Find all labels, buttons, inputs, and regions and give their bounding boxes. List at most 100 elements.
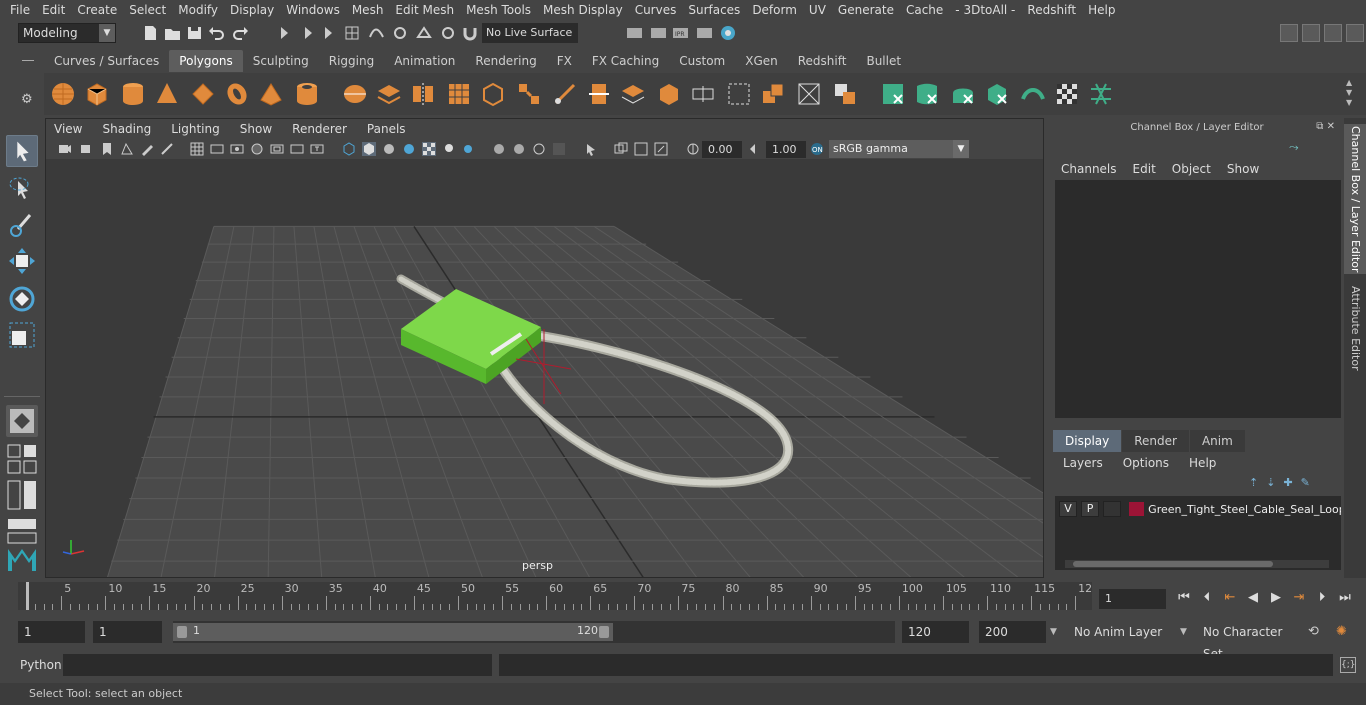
rotate-tool-icon[interactable] <box>6 283 38 315</box>
layout-list-icon[interactable] <box>1302 24 1320 42</box>
poly-cube-icon[interactable] <box>84 81 110 107</box>
menu-uv[interactable]: UV <box>803 0 832 20</box>
time-slider[interactable]: 5 10 15 20 25 30 35 40 45 50 55 60 65 70 75 80 85 90 95 100… <box>18 582 1092 610</box>
film-gate-icon[interactable] <box>210 142 224 156</box>
uv-planar-icon[interactable] <box>880 81 906 107</box>
layer-visibility-toggle[interactable]: V <box>1059 501 1078 517</box>
anti-aliasing-icon[interactable] <box>532 142 546 156</box>
tab-bullet[interactable]: Bullet <box>856 50 911 72</box>
snap-grid-icon[interactable] <box>344 25 361 41</box>
channel-menu-show[interactable]: Show <box>1219 160 1267 178</box>
poly-torus-icon[interactable] <box>224 81 250 107</box>
menu-windows[interactable]: Windows <box>280 0 346 20</box>
range-slider-bar[interactable]: 1 120 <box>173 623 613 641</box>
channel-box-options-icon[interactable]: ⤳ <box>1289 140 1299 155</box>
color-management-icon[interactable]: ON <box>810 142 824 156</box>
layer-menu-layers[interactable]: Layers <box>1053 453 1113 473</box>
layer-list-scrollbar[interactable] <box>1065 560 1329 568</box>
use-all-lights-icon[interactable] <box>442 142 456 156</box>
layer-row[interactable]: V P Green_Tight_Steel_Cable_Seal_Loop0 <box>1059 500 1341 518</box>
viewport-scene[interactable] <box>46 159 1043 577</box>
select-by-object-icon[interactable] <box>300 25 317 41</box>
gear-icon[interactable]: ⚙ <box>21 92 33 107</box>
tab-animation[interactable]: Animation <box>384 50 465 72</box>
grease-pencil-icon[interactable] <box>140 142 154 156</box>
uv-cylindrical-icon[interactable] <box>914 81 940 107</box>
bridge-icon[interactable] <box>620 81 646 107</box>
poly-sphere-icon[interactable] <box>50 81 76 107</box>
booleans-icon[interactable] <box>832 81 858 107</box>
range-end-handle[interactable] <box>599 626 609 638</box>
tab-rendering[interactable]: Rendering <box>465 50 546 72</box>
play-backwards-icon[interactable]: ◀ <box>1244 589 1262 607</box>
animation-end-field[interactable]: 200 <box>979 621 1046 643</box>
viewport-menu-show[interactable]: Show <box>230 119 282 139</box>
camera-attributes-icon[interactable] <box>80 142 94 156</box>
xray-icon[interactable] <box>614 142 628 156</box>
layer-menu-help[interactable]: Help <box>1179 453 1226 473</box>
tab-display[interactable]: Display <box>1053 430 1122 452</box>
step-forward-icon[interactable]: ⏵ <box>1313 589 1331 607</box>
menu-cache[interactable]: Cache <box>900 0 949 20</box>
new-layer-selected-icon[interactable]: ✎ <box>1301 476 1310 489</box>
layout-outliner-icon[interactable] <box>6 513 38 545</box>
viewport-menu-renderer[interactable]: Renderer <box>282 119 357 139</box>
fill-hole-icon[interactable] <box>796 81 822 107</box>
poly-pyramid-icon[interactable] <box>258 81 284 107</box>
menu-mesh[interactable]: Mesh <box>346 0 390 20</box>
open-scene-icon[interactable] <box>164 25 181 41</box>
move-layer-up-icon[interactable]: ⇡ <box>1249 476 1258 489</box>
scale-tool-icon[interactable] <box>6 319 38 351</box>
snap-point-icon[interactable] <box>392 25 409 41</box>
auto-key-icon[interactable]: ⟲ <box>1308 624 1319 639</box>
menu-redshift[interactable]: Redshift <box>1021 0 1082 20</box>
playback-end-field[interactable]: 120 <box>902 621 969 643</box>
xray-joints-icon[interactable] <box>634 142 648 156</box>
go-to-end-icon[interactable]: ⏭ <box>1336 589 1354 607</box>
safe-action-icon[interactable] <box>290 142 304 156</box>
move-tool-icon[interactable] <box>6 245 38 277</box>
layout-single-icon[interactable] <box>6 405 38 437</box>
snap-view-plane-icon[interactable] <box>416 25 433 41</box>
grid-toggle-icon[interactable] <box>190 142 204 156</box>
viewport-menu-view[interactable]: View <box>46 119 92 139</box>
panel-float-close-icons[interactable]: ⧉ ✕ <box>1316 121 1335 132</box>
poly-plane-icon[interactable] <box>190 81 216 107</box>
2d-pan-zoom-icon[interactable] <box>160 142 174 156</box>
render-view-icon[interactable] <box>696 25 713 41</box>
bevel-icon[interactable] <box>516 81 542 107</box>
snap-live-icon[interactable] <box>440 25 457 41</box>
combine-icon[interactable] <box>342 81 368 107</box>
tab-fx[interactable]: FX <box>547 50 582 72</box>
go-to-start-icon[interactable]: ⏮ <box>1175 589 1193 607</box>
tab-attribute-editor[interactable]: Attribute Editor <box>1344 282 1366 374</box>
move-layer-down-icon[interactable]: ⇣ <box>1266 476 1275 489</box>
select-by-hierarchy-icon[interactable] <box>276 25 293 41</box>
select-by-component-icon[interactable] <box>320 25 337 41</box>
channel-menu-edit[interactable]: Edit <box>1125 160 1164 178</box>
layer-display-type-toggle[interactable] <box>1103 501 1122 517</box>
menu-edit[interactable]: Edit <box>36 0 71 20</box>
extract-icon[interactable] <box>760 81 786 107</box>
menu-file[interactable]: File <box>0 0 36 20</box>
insert-edge-loop-icon[interactable] <box>586 81 612 107</box>
layer-menu-options[interactable]: Options <box>1113 453 1179 473</box>
shelf-menu-icon[interactable] <box>22 60 34 61</box>
lasso-tool-icon[interactable] <box>6 173 38 205</box>
range-slider[interactable]: 1 120 <box>173 621 895 643</box>
paint-select-tool-icon[interactable] <box>6 209 38 241</box>
playback-start-field[interactable]: 1 <box>93 621 162 643</box>
new-layer-icon[interactable]: ✚ <box>1283 476 1292 489</box>
layout-four-icon[interactable] <box>6 443 38 475</box>
xray-components-icon[interactable] <box>654 142 668 156</box>
target-weld-icon[interactable] <box>690 81 716 107</box>
current-time-marker[interactable] <box>26 582 29 610</box>
undo-icon[interactable] <box>208 25 225 41</box>
tab-anim[interactable]: Anim <box>1189 430 1245 452</box>
layout-grid-icon[interactable] <box>1346 24 1364 42</box>
tab-polygons[interactable]: Polygons <box>169 50 243 72</box>
safe-title-icon[interactable] <box>310 142 324 156</box>
menu-edit-mesh[interactable]: Edit Mesh <box>389 0 460 20</box>
tab-curves-surfaces[interactable]: Curves / Surfaces <box>44 50 169 72</box>
wireframe-on-shaded-icon[interactable] <box>402 142 416 156</box>
